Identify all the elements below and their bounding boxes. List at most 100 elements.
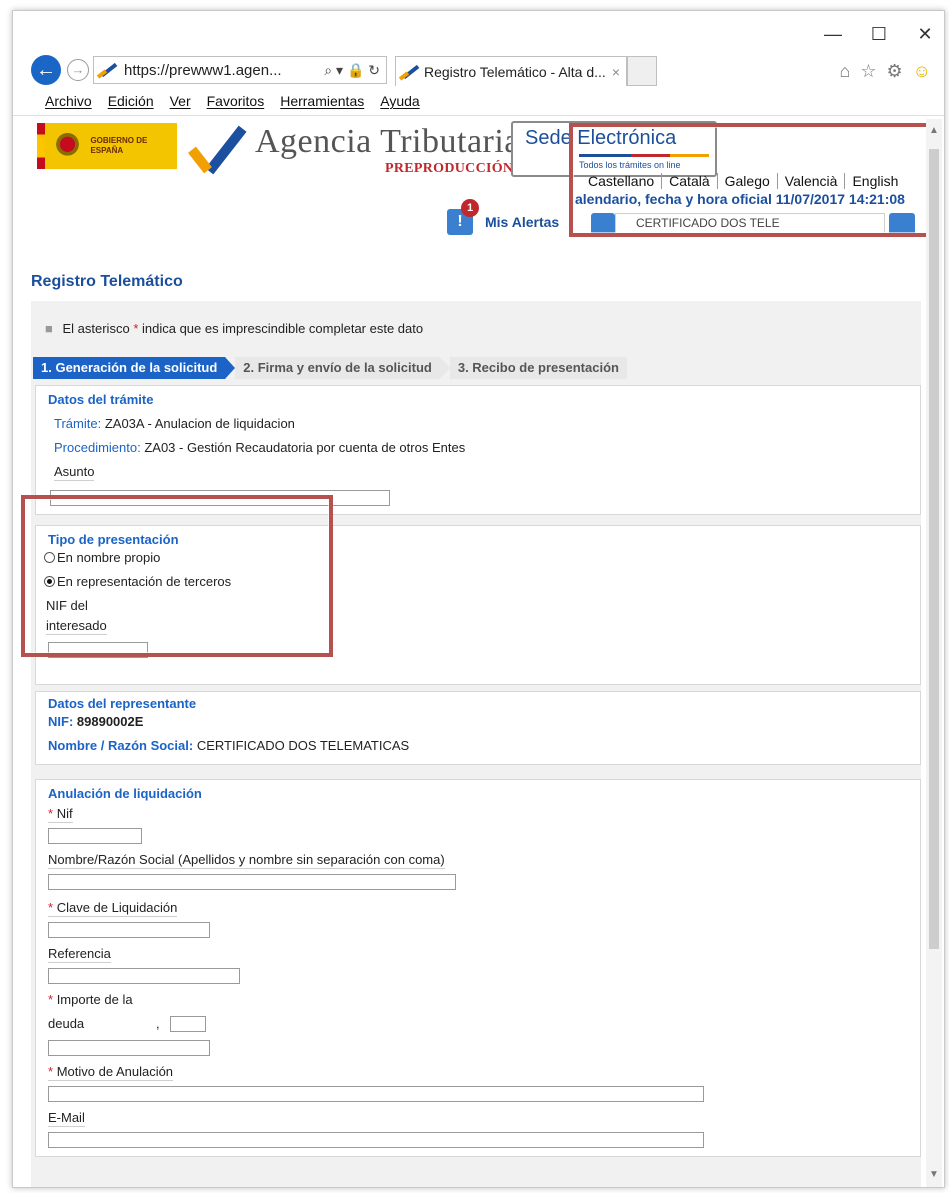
toolbar-icons: ⌂ ☆ ⚙ ☺ [839, 61, 931, 82]
step-recibo[interactable]: 3. Recibo de presentación [449, 357, 627, 379]
menu-favoritos[interactable]: Favoritos [207, 93, 265, 109]
home-icon[interactable]: ⌂ [839, 61, 850, 82]
gobierno-espana-logo[interactable]: GOBIERNO DE ESPAÑA [37, 123, 177, 169]
referencia-input[interactable] [48, 968, 240, 984]
importe-decimal-input[interactable] [170, 1016, 206, 1032]
motivo-input[interactable] [48, 1086, 704, 1102]
new-tab-button[interactable] [627, 56, 657, 86]
tramite-row: Trámite: ZA03A - Anulacion de liquidacio… [54, 416, 295, 431]
close-icon[interactable]: ✕ [916, 25, 934, 43]
referencia-label: Referencia [48, 946, 111, 963]
feedback-smiley-icon[interactable]: ☺ [913, 61, 931, 82]
site-favicon-icon [96, 62, 118, 79]
scroll-thumb[interactable] [929, 149, 939, 949]
favorites-star-icon[interactable]: ☆ [860, 61, 876, 82]
preproduccion-label: PREPRODUCCIÓN [385, 161, 514, 176]
spain-flag-icon [37, 123, 45, 169]
panel-anulacion-liquidacion: Anulación de liquidación * Nif Nombre/Ra… [35, 779, 921, 1157]
menu-ver[interactable]: Ver [170, 93, 191, 109]
importe-input[interactable] [48, 1040, 210, 1056]
menu-ayuda[interactable]: Ayuda [380, 93, 419, 109]
maximize-icon[interactable]: ☐ [870, 25, 888, 43]
tab-close-icon[interactable]: × [612, 64, 620, 80]
representante-nif-label: NIF: [48, 714, 74, 729]
alert-icon: ! 1 [447, 199, 479, 235]
nif-label: * Nif [48, 806, 73, 823]
importe-required-star: * [48, 992, 54, 1007]
step-generacion[interactable]: 1. Generación de la solicitud [33, 357, 236, 379]
clave-label: * Clave de Liquidación [48, 900, 178, 917]
clave-label-text: Clave de Liquidación [56, 900, 178, 915]
representante-nif: NIF: 89890002E [48, 714, 143, 729]
nif-label-text: Nif [56, 806, 73, 821]
representante-title: Datos del representante [48, 696, 197, 711]
note-text-end: indica que es imprescindible completar e… [142, 321, 424, 336]
menu-herramientas[interactable]: Herramientas [280, 93, 364, 109]
importe-label: * Importe de la [48, 992, 133, 1007]
clave-required-star: * [48, 900, 54, 915]
email-input[interactable] [48, 1132, 704, 1148]
browser-tab[interactable]: Registro Telemático - Alta d... × [395, 56, 627, 86]
scroll-down-icon[interactable]: ▼ [929, 1169, 939, 1180]
importe-label-text: Importe de la [56, 992, 133, 1007]
minimize-icon[interactable]: — [824, 25, 842, 43]
representante-nombre-label: Nombre / Razón Social: [48, 738, 194, 753]
menu-divider [13, 115, 944, 116]
note-text-start: El asterisco [62, 321, 130, 336]
browser-window: — ☐ ✕ ← → https://prewww1.agen... ⌕ ▾ 🔒 … [12, 10, 945, 1188]
required-star: * [133, 321, 139, 336]
panel-datos-representante: Datos del representante NIF: 89890002E N… [35, 691, 921, 765]
motivo-label: * Motivo de Anulación [48, 1064, 174, 1081]
address-text: https://prewww1.agen... [124, 61, 282, 79]
clave-input[interactable] [48, 922, 210, 938]
procedimiento-label: Procedimiento: [54, 440, 141, 455]
address-bar[interactable]: https://prewww1.agen... ⌕ ▾ 🔒 ↻ [93, 56, 387, 84]
highlight-box-presentacion [21, 495, 333, 657]
nombre-label: Nombre/Razón Social (Apellidos y nombre … [48, 852, 445, 869]
nombre-input[interactable] [48, 874, 456, 890]
mis-alertas[interactable]: ! 1 Mis Alertas [447, 199, 560, 235]
alert-count-badge: 1 [461, 199, 479, 217]
forward-arrow-icon[interactable]: → [67, 59, 89, 81]
procedimiento-value: ZA03 - Gestión Recaudatoria por cuenta d… [144, 440, 466, 455]
representante-nombre-value: CERTIFICADO DOS TELEMATICAS [196, 738, 410, 753]
anulacion-title: Anulación de liquidación [48, 786, 202, 801]
importe-label-2: deuda [48, 1016, 85, 1031]
alerts-label: Mis Alertas [485, 214, 560, 230]
scroll-up-icon[interactable]: ▲ [929, 125, 939, 136]
procedimiento-row: Procedimiento: ZA03 - Gestión Recaudator… [54, 440, 465, 455]
page-title: Registro Telemático [31, 273, 183, 290]
highlight-box-header [569, 123, 931, 237]
representante-nif-value: 89890002E [76, 714, 144, 729]
gobierno-text: GOBIERNO DE ESPAÑA [90, 136, 148, 155]
representante-nombre: Nombre / Razón Social: CERTIFICADO DOS T… [48, 738, 409, 753]
tab-favicon-icon [398, 64, 420, 81]
agencia-tributaria-logo-icon [185, 125, 247, 175]
menu-edicion[interactable]: Edición [108, 93, 154, 109]
nif-required-star: * [48, 806, 54, 821]
agencia-tributaria-title[interactable]: Agencia Tributaria [255, 123, 520, 161]
browser-nav-row: ← → https://prewww1.agen... ⌕ ▾ 🔒 ↻ Regi… [23, 53, 933, 89]
address-actions-icon[interactable]: ⌕ ▾ 🔒 ↻ [324, 62, 380, 79]
bullet-icon: ■ [45, 321, 53, 336]
tab-title: Registro Telemático - Alta d... [423, 63, 606, 80]
required-note: ■ El asterisco * indica que es imprescin… [45, 321, 423, 336]
coat-of-arms-icon [50, 129, 85, 163]
tramite-label: Trámite: [54, 416, 102, 431]
page-scrollbar[interactable]: ▲ ▼ [926, 119, 942, 1187]
asunto-label: Asunto [54, 464, 95, 481]
step-firma[interactable]: 2. Firma y envío de la solicitud [235, 357, 450, 379]
motivo-required-star: * [48, 1064, 54, 1079]
decimal-separator: , [156, 1016, 160, 1031]
menu-archivo[interactable]: Archivo [45, 93, 92, 109]
window-controls: — ☐ ✕ [824, 25, 934, 43]
motivo-label-text: Motivo de Anulación [56, 1064, 174, 1079]
settings-gear-icon[interactable]: ⚙ [886, 61, 902, 82]
wizard-steps: 1. Generación de la solicitud 2. Firma y… [33, 357, 637, 379]
tramite-title: Datos del trámite [48, 392, 154, 407]
tramite-value: ZA03A - Anulacion de liquidacion [104, 416, 295, 431]
nif-input[interactable] [48, 828, 142, 844]
back-arrow-icon[interactable]: ← [31, 55, 61, 85]
menu-bar: Archivo Edición Ver Favoritos Herramient… [45, 93, 420, 109]
email-label: E-Mail [48, 1110, 85, 1127]
